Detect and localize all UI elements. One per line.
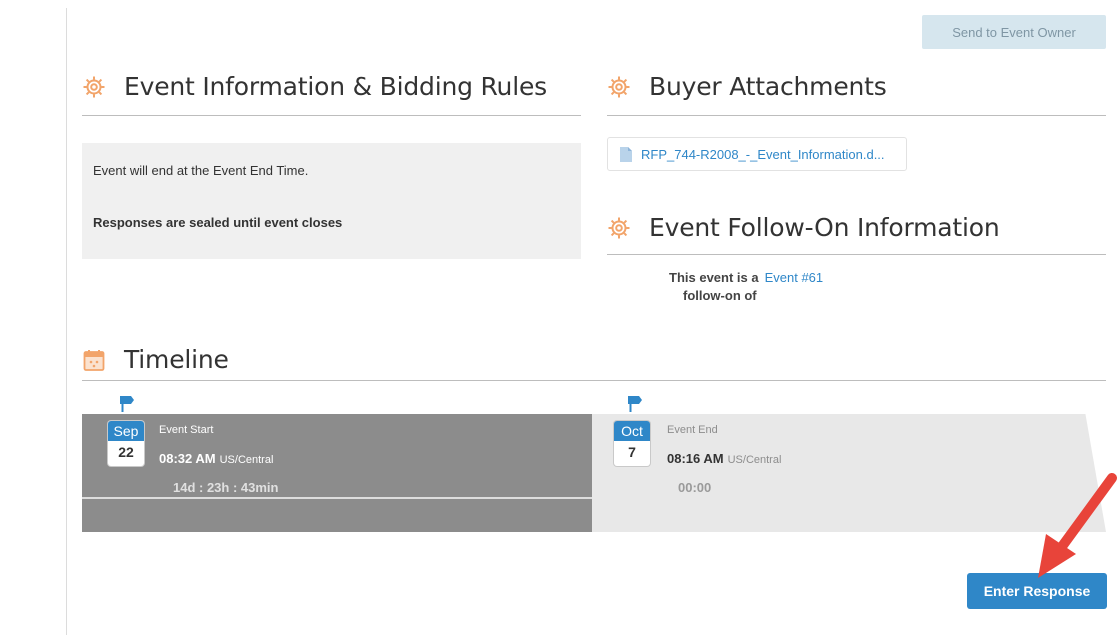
signpost-icon — [628, 396, 642, 412]
enter-response-button[interactable]: Enter Response — [967, 573, 1107, 609]
event-info-title: Event Information & Bidding Rules — [82, 72, 547, 101]
sealed-responses-text: Responses are sealed until event closes — [93, 215, 343, 230]
parent-event-link[interactable]: Event #61 — [765, 269, 824, 287]
timeline-title: Timeline — [82, 345, 229, 374]
send-to-event-owner-button[interactable]: Send to Event Owner — [922, 15, 1106, 49]
gear-icon — [608, 217, 630, 238]
attachment-item[interactable]: RFP_744-R2008_-_Event_Information.d... — [607, 137, 907, 171]
start-month: Sep — [108, 421, 144, 441]
event-info-panel: Event will end at the Event End Time. Re… — [82, 143, 581, 259]
event-info-rule — [82, 115, 581, 116]
buyer-attachments-title-text: Buyer Attachments — [649, 72, 887, 101]
start-countdown: 14d : 23h : 43min — [173, 480, 279, 495]
followon-text-1: This event is a — [669, 270, 759, 285]
start-day: 22 — [118, 444, 134, 460]
end-date-badge: Oct 7 — [614, 421, 650, 466]
calendar-icon — [83, 349, 105, 371]
attachment-link[interactable]: RFP_744-R2008_-_Event_Information.d... — [641, 147, 885, 162]
start-label: Event Start — [159, 424, 214, 436]
end-label: Event End — [667, 424, 718, 436]
event-info-title-text: Event Information & Bidding Rules — [124, 72, 547, 101]
followon-info: This event is a Event #61 follow-on of — [669, 269, 823, 305]
start-time: 08:32 AM US/Central — [159, 451, 273, 466]
end-month: Oct — [614, 421, 650, 441]
followon-title: Event Follow-On Information — [607, 213, 1000, 242]
end-time: 08:16 AM US/Central — [667, 451, 781, 466]
start-timezone: US/Central — [219, 454, 274, 466]
end-timezone: US/Central — [727, 454, 782, 466]
document-icon — [620, 146, 632, 162]
end-countdown: 00:00 — [678, 480, 712, 495]
buyer-attachments-title: Buyer Attachments — [607, 72, 887, 101]
followon-text-2: follow-on of — [683, 288, 757, 303]
timeline-title-text: Timeline — [124, 345, 229, 374]
end-day: 7 — [628, 444, 636, 460]
buyer-attachments-rule — [607, 115, 1106, 116]
event-end-rule-text: Event will end at the Event End Time. — [93, 163, 309, 178]
start-date-badge: Sep 22 — [108, 421, 144, 466]
timeline-divider — [82, 497, 592, 499]
followon-rule — [607, 254, 1106, 255]
left-divider — [66, 8, 67, 635]
followon-title-text: Event Follow-On Information — [649, 213, 1000, 242]
end-time-value: 08:16 AM — [667, 451, 724, 466]
gear-icon — [83, 76, 105, 97]
start-time-value: 08:32 AM — [159, 451, 216, 466]
timeline-rule — [82, 380, 1106, 381]
signpost-icon — [120, 396, 134, 412]
gear-icon — [608, 76, 630, 97]
